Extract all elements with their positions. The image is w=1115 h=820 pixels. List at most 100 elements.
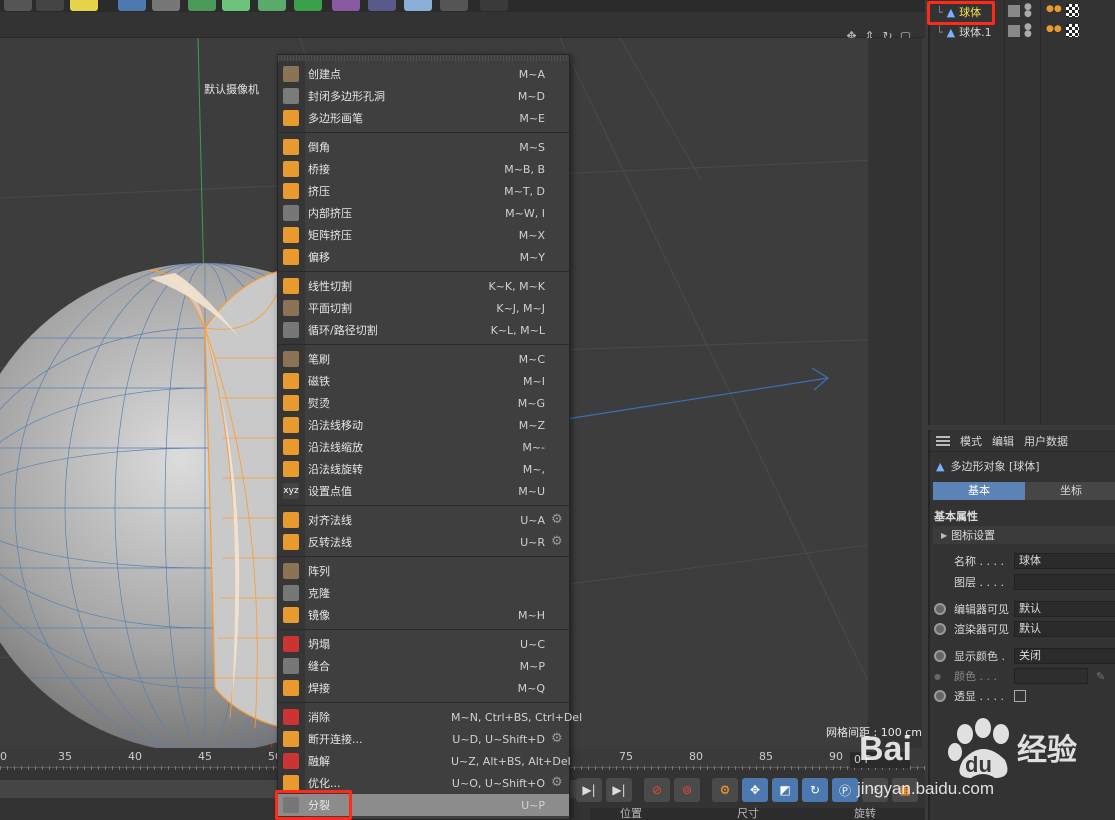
phong-tag-icon[interactable]: ●● bbox=[1046, 4, 1062, 14]
tab-coordinates[interactable]: 坐标 bbox=[1025, 482, 1115, 500]
menu-item-plane-cut[interactable]: 平面切割 K~J, M~J bbox=[278, 297, 569, 319]
menu-item-normal-rotate[interactable]: 沿法线旋转 M~, bbox=[278, 458, 569, 480]
menu-item-mirror[interactable]: 镜像 M~H bbox=[278, 604, 569, 626]
menu-item-bevel[interactable]: 倒角 M~S bbox=[278, 136, 569, 158]
menu-tearoff-grip[interactable] bbox=[278, 55, 569, 61]
attributes-title: ▲ 多边形对象 [球体] bbox=[936, 458, 1040, 474]
menu-item-offset[interactable]: 偏移 M~Y bbox=[278, 246, 569, 268]
toolbar-button-scene[interactable] bbox=[332, 0, 360, 11]
toolbar-button-subdivision[interactable] bbox=[188, 0, 216, 11]
menu-item-normal-move[interactable]: 沿法线移动 M~Z bbox=[278, 414, 569, 436]
menu-item-label: 融解 bbox=[308, 755, 330, 768]
animate-radio[interactable] bbox=[934, 623, 946, 635]
visibility-dots-icon[interactable]: ● ● bbox=[1024, 3, 1032, 19]
key-position-icon[interactable]: ✥ bbox=[742, 778, 768, 802]
menu-item-polygon-pen[interactable]: 多边形画笔 M~E bbox=[278, 107, 569, 129]
display-color-select[interactable]: 关闭 bbox=[1014, 648, 1115, 664]
key-rotation-icon[interactable]: ↻ bbox=[802, 778, 828, 802]
menu-item-shortcut: M~U bbox=[518, 484, 545, 498]
toolbar-button-deformer[interactable] bbox=[258, 0, 286, 11]
tool-settings-gear-icon[interactable]: ⚙ bbox=[551, 513, 564, 526]
menu-item-array[interactable]: 阵列 bbox=[278, 560, 569, 582]
menu-item-brush[interactable]: 笔刷 M~C bbox=[278, 348, 569, 370]
material-tag-icon[interactable] bbox=[1066, 4, 1079, 17]
menu-mode[interactable]: 模式 bbox=[960, 433, 982, 449]
menu-item-disconnect[interactable]: 断开连接... U~D, U~Shift+D ⚙ bbox=[278, 728, 569, 750]
menu-item-weld[interactable]: 焊接 M~Q bbox=[278, 677, 569, 699]
icon-settings-group[interactable]: ▶ 图标设置 bbox=[933, 526, 1115, 544]
phong-tag-icon[interactable]: ●● bbox=[1046, 24, 1062, 34]
menu-item-close-hole[interactable]: 封闭多边形孔洞 M~D bbox=[278, 85, 569, 107]
menu-item-shortcut: U~C bbox=[520, 637, 545, 651]
toolbar-button-more[interactable] bbox=[480, 0, 508, 11]
menu-item-dissolve[interactable]: 消除 M~N, Ctrl+BS, Ctrl+Del bbox=[278, 706, 582, 728]
tab-basic[interactable]: 基本 bbox=[933, 482, 1025, 500]
menu-item-matrix-extrude[interactable]: 矩阵挤压 M~X bbox=[278, 224, 569, 246]
transparent-row: 透显 . . . . bbox=[934, 687, 1115, 705]
tool-settings-gear-icon[interactable]: ⚙ bbox=[551, 535, 564, 548]
toolbar-button-undo[interactable] bbox=[4, 0, 32, 11]
record-key-icon[interactable]: ⊘ bbox=[644, 778, 670, 802]
magnet-icon bbox=[283, 373, 299, 389]
render-visible-select[interactable]: 默认 bbox=[1014, 621, 1115, 637]
menu-item-create-point[interactable]: 创建点 M~A bbox=[278, 63, 569, 85]
autokey-icon[interactable]: ⊚ bbox=[674, 778, 700, 802]
menu-item-loop-cut[interactable]: 循环/路径切割 K~L, M~L bbox=[278, 319, 569, 341]
menu-icon[interactable] bbox=[936, 435, 950, 446]
subsection-label: 图标设置 bbox=[951, 529, 996, 542]
tool-settings-gear-icon[interactable]: ⚙ bbox=[551, 776, 564, 789]
menu-item-line-cut[interactable]: 线性切割 K~K, M~K bbox=[278, 275, 569, 297]
eyedropper-icon[interactable]: ✎ bbox=[1096, 670, 1105, 683]
transparent-checkbox[interactable] bbox=[1014, 690, 1026, 702]
key-scale-icon[interactable]: ◩ bbox=[772, 778, 798, 802]
visibility-dots-icon[interactable]: ● ● bbox=[1024, 23, 1032, 39]
menu-item-bridge[interactable]: 桥接 M~B, B bbox=[278, 158, 569, 180]
menu-item-label: 封闭多边形孔洞 bbox=[308, 90, 385, 103]
menu-edit[interactable]: 编辑 bbox=[992, 433, 1014, 449]
menu-item-collapse[interactable]: 坍塌 U~C bbox=[278, 633, 569, 655]
goto-end-button[interactable]: ▶| bbox=[606, 778, 632, 802]
object-row-sphere-1[interactable]: └ ▲ 球体.1 bbox=[936, 24, 992, 40]
polygon-object-icon: ▲ bbox=[946, 25, 956, 39]
toolbar-button-pen[interactable] bbox=[152, 0, 180, 11]
next-frame-button[interactable]: ▶| bbox=[576, 778, 602, 802]
menu-item-melt[interactable]: 融解 U~Z, Alt+BS, Alt+Del bbox=[278, 750, 571, 772]
material-tag-icon[interactable] bbox=[1066, 24, 1079, 37]
menu-item-extrude-inner[interactable]: 内部挤压 M~W, I bbox=[278, 202, 569, 224]
menu-user-data[interactable]: 用户数据 bbox=[1024, 433, 1068, 449]
name-input[interactable]: 球体 bbox=[1014, 553, 1115, 569]
color-row: ● 颜色 . . . ✎ bbox=[934, 667, 1115, 685]
editor-visible-select[interactable]: 默认 bbox=[1014, 601, 1115, 617]
camera-label[interactable]: 默认摄像机 bbox=[204, 81, 259, 97]
keyframe-settings-icon[interactable]: ⚙ bbox=[712, 778, 738, 802]
menu-item-label: 平面切割 bbox=[308, 302, 352, 315]
animate-radio[interactable] bbox=[934, 650, 946, 662]
menu-item-magnet[interactable]: 磁铁 M~I bbox=[278, 370, 569, 392]
menu-item-stitch[interactable]: 缝合 M~P bbox=[278, 655, 569, 677]
toolbar-button-redo[interactable] bbox=[36, 0, 64, 11]
animate-radio[interactable] bbox=[934, 603, 946, 615]
expand-triangle-icon[interactable]: ▶ bbox=[941, 531, 947, 540]
layer-checkbox-icon[interactable] bbox=[1008, 25, 1020, 37]
toolbar-button-cloner[interactable] bbox=[222, 0, 250, 11]
object-name[interactable]: 球体.1 bbox=[959, 24, 992, 40]
menu-item-set-point-value[interactable]: xyz 设置点值 M~U bbox=[278, 480, 569, 502]
menu-item-iron[interactable]: 熨烫 M~G bbox=[278, 392, 569, 414]
toolbar-button-cube[interactable] bbox=[118, 0, 146, 11]
toolbar-button-select[interactable] bbox=[70, 0, 98, 11]
toolbar-button-floor[interactable] bbox=[404, 0, 432, 11]
menu-item-label: 设置点值 bbox=[308, 485, 352, 498]
layer-input[interactable] bbox=[1014, 574, 1115, 590]
menu-item-reverse-normals[interactable]: 反转法线 U~R ⚙ bbox=[278, 531, 569, 553]
menu-item-extrude[interactable]: 挤压 M~T, D bbox=[278, 180, 569, 202]
menu-item-normal-scale[interactable]: 沿法线缩放 M~- bbox=[278, 436, 569, 458]
color-swatch[interactable] bbox=[1014, 668, 1088, 684]
animate-radio[interactable] bbox=[934, 690, 946, 702]
layer-checkbox-icon[interactable] bbox=[1008, 5, 1020, 17]
menu-item-align-normals[interactable]: 对齐法线 U~A ⚙ bbox=[278, 509, 569, 531]
toolbar-button-light[interactable] bbox=[440, 0, 468, 11]
toolbar-button-camera[interactable] bbox=[368, 0, 396, 11]
tool-settings-gear-icon[interactable]: ⚙ bbox=[551, 732, 564, 745]
menu-item-clone[interactable]: 克隆 bbox=[278, 582, 569, 604]
toolbar-button-field[interactable] bbox=[294, 0, 322, 11]
